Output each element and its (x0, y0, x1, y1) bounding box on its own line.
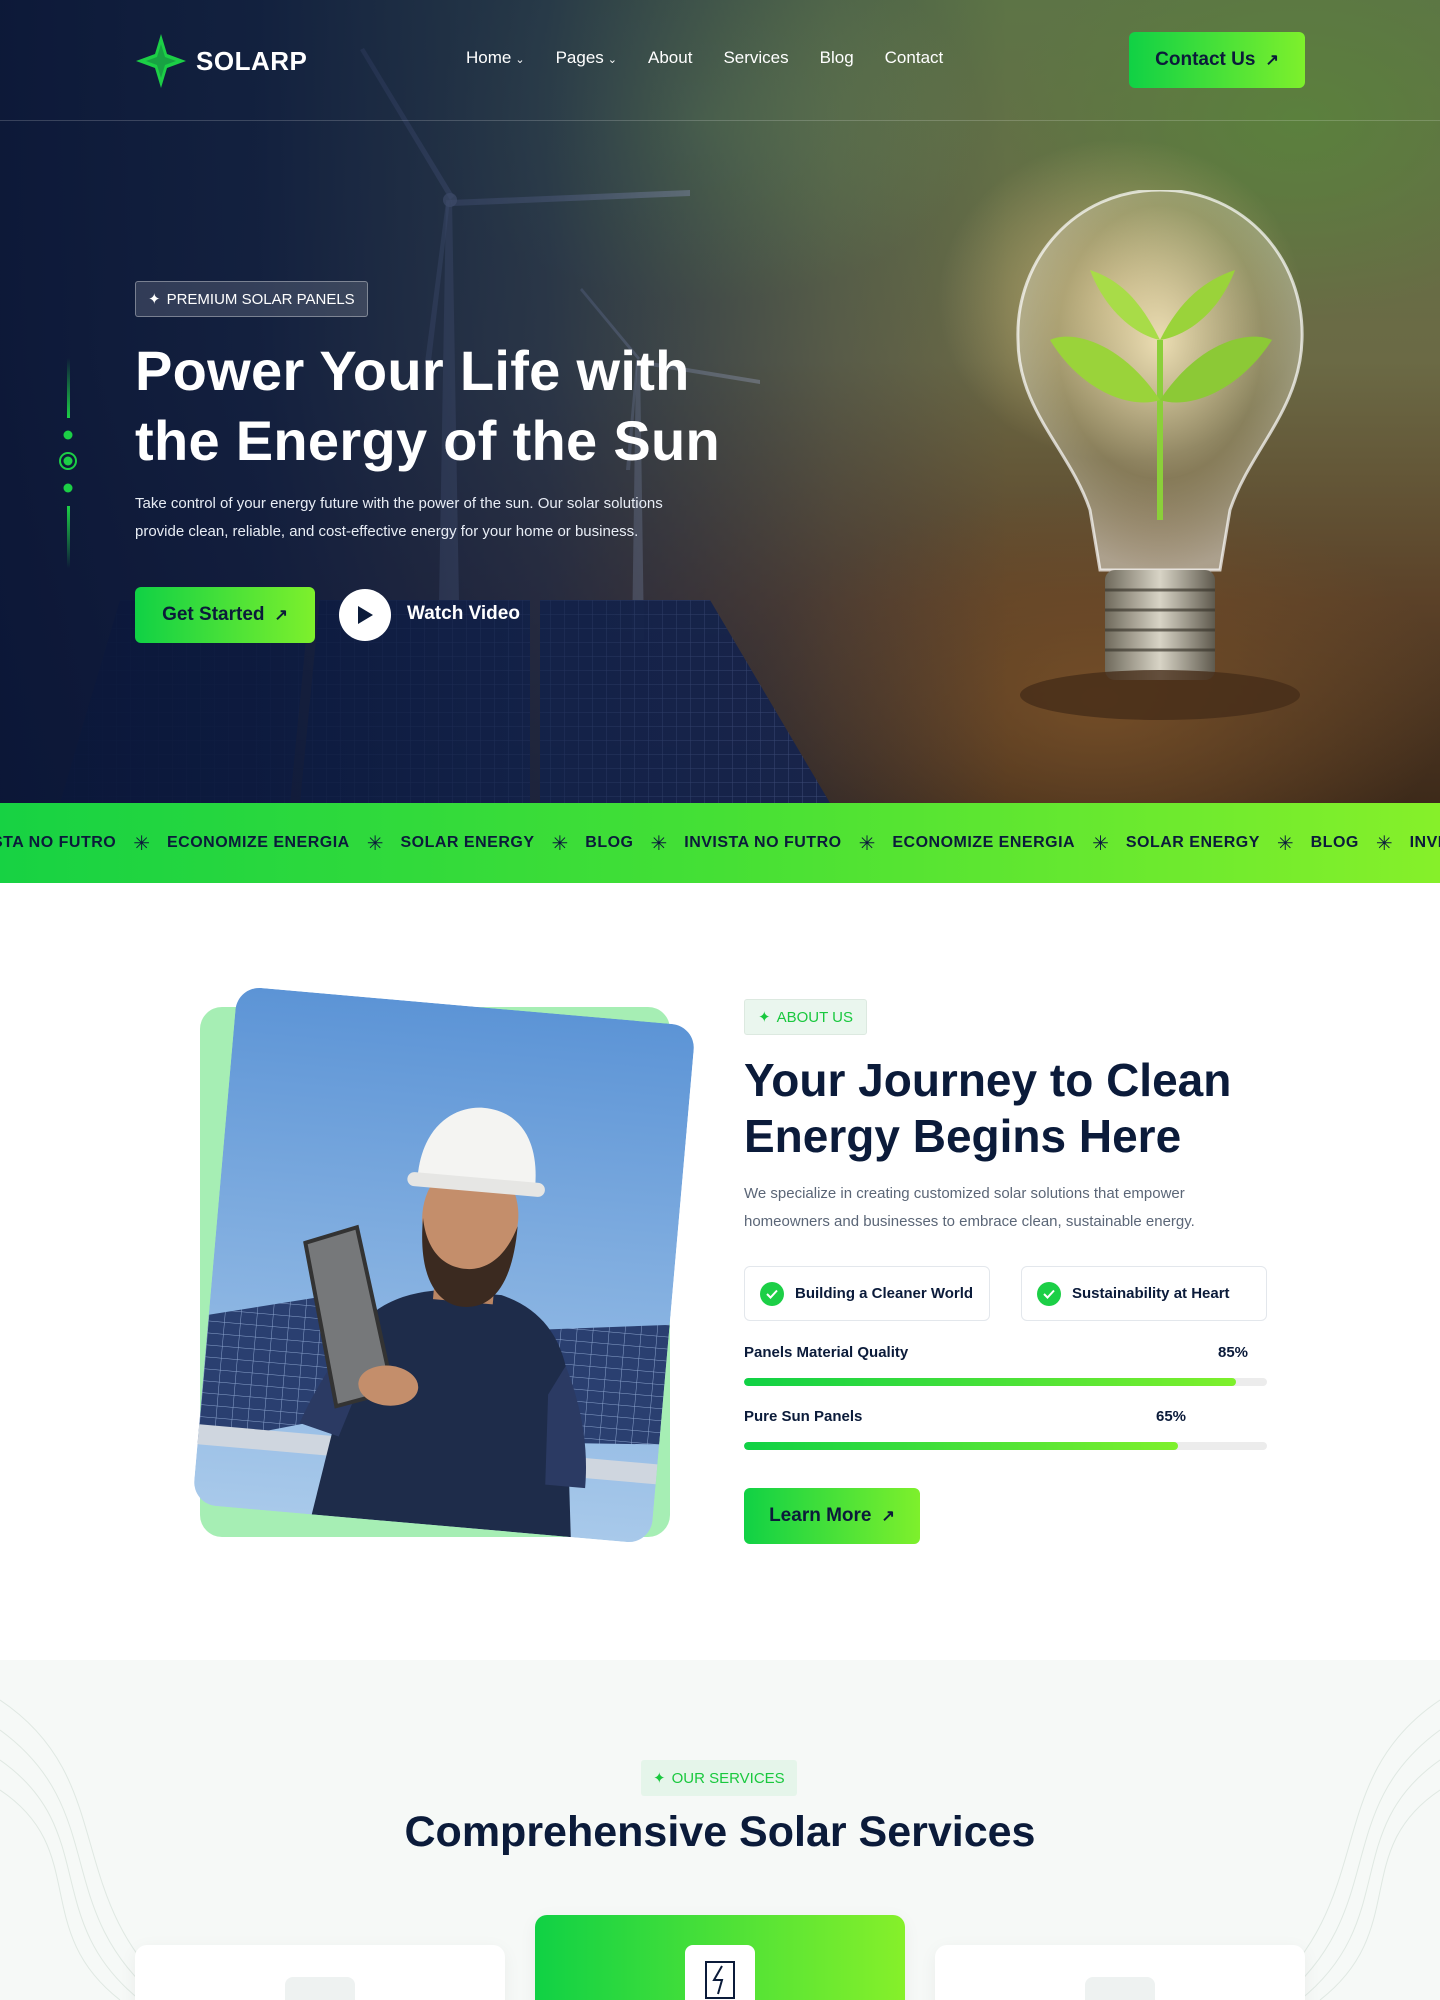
ticker-item: STA NO FUTRO (0, 834, 117, 851)
hero-title: Power Your Life with the Energy of the S… (135, 336, 835, 476)
arrow-up-right-icon: ↗ (274, 607, 288, 624)
ticker-item: BLOG (585, 834, 634, 851)
asterisk-icon: ✳ (858, 832, 876, 855)
ticker-item: ECONOMIZE ENERGIA (892, 834, 1076, 851)
about-title: Your Journey to Clean Energy Begins Here (744, 1052, 1304, 1164)
about-desc-line: We specialize in creating customized sol… (744, 1185, 1185, 1202)
hero-title-line: the Energy of the Sun (135, 409, 721, 472)
get-started-label: Get Started (162, 604, 265, 625)
learn-more-label: Learn More (769, 1505, 872, 1526)
ticker-track: STA NO FUTRO ✳ ECONOMIZE ENERGIA ✳ SOLAR E… (0, 803, 1440, 883)
progress-bar (744, 1378, 1267, 1386)
asterisk-icon: ✳ (133, 832, 150, 855)
nav-label: About (648, 48, 693, 67)
nav-label: Pages (555, 48, 604, 67)
logo[interactable]: SOLARP (136, 34, 307, 88)
ticker-item: SOLAR ENERGY (400, 834, 535, 851)
ticker-item: INVISTA NO FUTRO (684, 834, 842, 851)
nav-item-home[interactable]: Home ⌄ (466, 48, 525, 68)
asterisk-icon: ✳ (650, 832, 668, 855)
asterisk-icon: ✳ (1092, 832, 1109, 855)
nav-item-contact[interactable]: Contact (885, 48, 944, 68)
solar-house-icon (1085, 1977, 1155, 2000)
nav-item-services[interactable]: Services (723, 48, 788, 68)
hero-description: Take control of your energy future with … (135, 490, 735, 546)
hero-desc-line: provide clean, reliable, and cost-effect… (135, 523, 639, 540)
site-header: SOLARP Home ⌄ Pages ⌄ About Services Blog … (0, 0, 1440, 121)
ticker-item: SOLAR ENERGY (1125, 834, 1260, 851)
energy-panel-icon (685, 1945, 755, 2000)
hero-badge: ✦ PREMIUM SOLAR PANELS (135, 281, 368, 317)
slider-indicator[interactable] (58, 358, 78, 568)
logo-text: SOLARP (196, 45, 308, 76)
nav-label: Blog (819, 48, 854, 67)
check-circle-icon (760, 1281, 784, 1306)
progress-fill (744, 1378, 1236, 1386)
services-title: Comprehensive Solar Services (404, 1808, 1036, 1856)
ticker-item: BLOG (1310, 834, 1359, 851)
asterisk-icon: ✳ (551, 832, 569, 855)
about-title-line: Energy Begins Here (744, 1110, 1182, 1162)
nav-item-pages[interactable]: Pages ⌄ (556, 48, 617, 68)
engineer-illustration (192, 985, 696, 1545)
gear-solar-icon (285, 1977, 355, 2000)
about-badge: ✦ ABOUT US (744, 999, 867, 1035)
progress-bar (744, 1442, 1267, 1450)
asterisk-icon: ✳ (1375, 832, 1393, 855)
about-photo-group (174, 985, 696, 1560)
nav-label: Home (466, 48, 512, 67)
services-badge-label: OUR SERVICES (671, 1769, 785, 1787)
progress-label: Panels Material Quality (744, 1344, 909, 1361)
services-badge: ✦ OUR SERVICES (641, 1760, 797, 1796)
arrow-up-right-icon: ↗ (1265, 52, 1279, 69)
progress-label: Pure Sun Panels (744, 1408, 863, 1425)
sparkle-icon: ✦ (653, 1770, 666, 1787)
asterisk-icon: ✳ (1276, 832, 1294, 855)
hero-section: SOLARP Home ⌄ Pages ⌄ About Services Blog … (0, 0, 1440, 803)
arrow-up-right-icon: ↗ (881, 1508, 895, 1525)
about-desc-line: homeowners and businesses to embrace cle… (744, 1213, 1195, 1230)
about-badge-label: ABOUT US (776, 1008, 853, 1026)
asterisk-icon: ✳ (366, 832, 384, 855)
ticker-item: ECONOMIZE ENERGIA (166, 834, 350, 851)
play-icon (358, 606, 373, 624)
nav-label: Services (723, 48, 789, 67)
about-description: We specialize in creating customized sol… (744, 1180, 1284, 1236)
hero-badge-label: PREMIUM SOLAR PANELS (166, 290, 355, 308)
hero-title-line: Power Your Life with (135, 339, 690, 402)
ticker-bar: STA NO FUTRO ✳ ECONOMIZE ENERGIA ✳ SOLAR E… (0, 803, 1440, 883)
engineer-photo (192, 985, 696, 1545)
ticker-item: INVISTA NO (1409, 834, 1440, 851)
play-video-button[interactable] (339, 589, 391, 641)
contact-us-button[interactable]: Contact Us ↗ (1129, 32, 1305, 88)
chevron-down-icon: ⌄ (515, 54, 525, 66)
nav-item-blog[interactable]: Blog (820, 48, 854, 68)
service-card[interactable] (935, 1945, 1305, 2000)
feature-label: Building a Cleaner World (795, 1285, 974, 1302)
sparkle-icon: ✦ (758, 1009, 771, 1026)
progress-value: 85% (1218, 1344, 1249, 1361)
hero-desc-line: Take control of your energy future with … (135, 495, 663, 512)
logo-star-icon (136, 34, 186, 88)
nav-item-about[interactable]: About (648, 48, 692, 68)
progress-fill (744, 1442, 1179, 1450)
contact-us-label: Contact Us (1155, 49, 1256, 70)
service-card-active[interactable] (535, 1915, 905, 2000)
progress-value: 65% (1156, 1408, 1187, 1425)
sparkle-icon: ✦ (148, 291, 161, 308)
feature-card: Sustainability at Heart (1021, 1266, 1267, 1321)
get-started-button[interactable]: Get Started ↗ (135, 587, 315, 643)
main-nav: Home ⌄ Pages ⌄ About Services Blog Contact (466, 48, 943, 68)
about-title-line: Your Journey to Clean (744, 1054, 1232, 1106)
watch-video-link[interactable]: Watch Video (407, 603, 520, 625)
feature-label: Sustainability at Heart (1072, 1285, 1230, 1302)
check-circle-icon (1037, 1281, 1061, 1306)
feature-card: Building a Cleaner World (744, 1266, 990, 1321)
nav-label: Contact (884, 48, 944, 67)
chevron-down-icon: ⌄ (607, 54, 617, 66)
learn-more-button[interactable]: Learn More ↗ (744, 1488, 920, 1544)
service-card[interactable] (135, 1945, 505, 2000)
